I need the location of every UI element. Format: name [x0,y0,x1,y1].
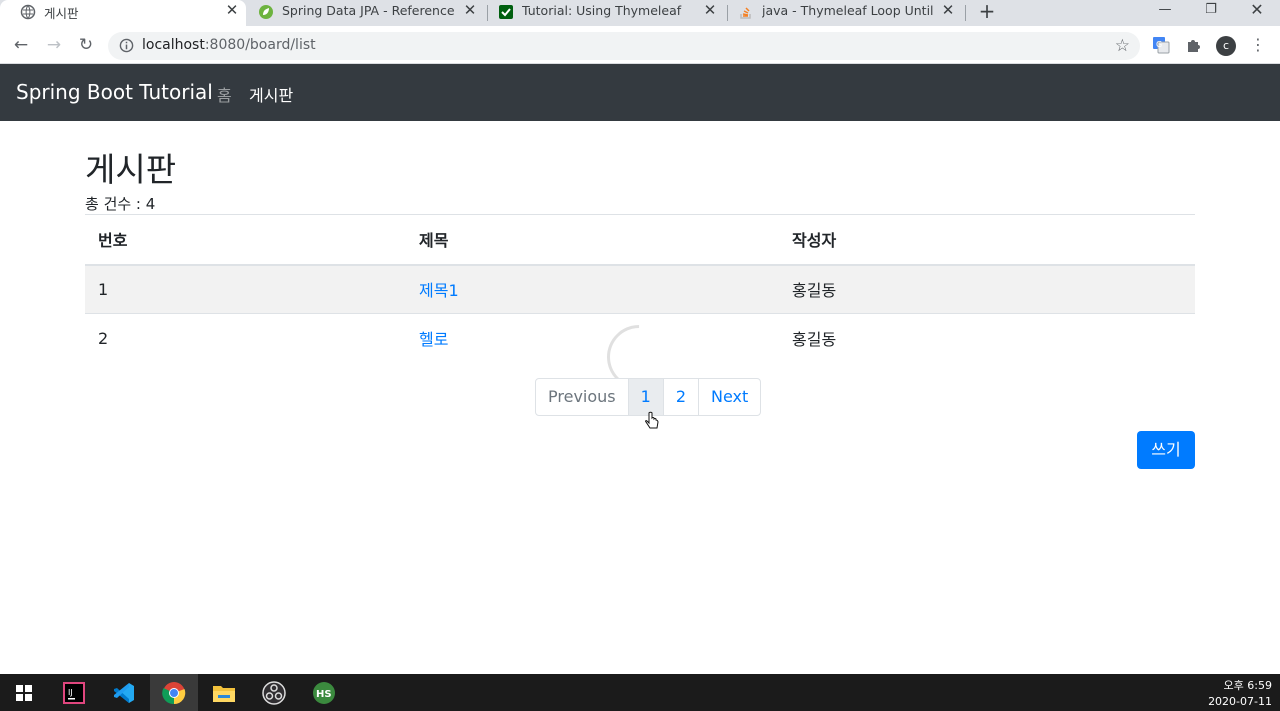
globe-icon [20,4,36,20]
browser-toolbar: ← → ↻ localhost:8080/board/list ☆ G c ⋮ [0,26,1280,64]
close-icon[interactable]: ✕ [940,1,956,19]
browser-window: 게시판 ✕ Spring Data JPA - Reference Do ✕ T… [0,0,1280,674]
pagination-previous[interactable]: Previous [535,378,629,416]
hs-app-icon[interactable]: HS [300,674,348,711]
info-icon[interactable] [119,38,134,53]
system-clock[interactable]: 오후 6:59 2020-07-11 [1208,678,1272,710]
clock-time: 오후 6:59 [1223,679,1272,692]
address-bar[interactable]: localhost:8080/board/list ☆ [108,32,1140,60]
page-title: 게시판 [85,150,177,189]
tab-separator [727,5,728,21]
minimize-icon[interactable]: — [1142,0,1188,22]
forward-arrow-icon[interactable]: → [43,34,65,56]
url-path: :8080/board/list [204,37,316,53]
restore-icon[interactable]: ❐ [1188,0,1234,22]
url-text: localhost:8080/board/list [142,37,316,53]
hand-cursor-icon [645,411,659,429]
stackoverflow-icon [740,7,751,19]
vscode-icon[interactable] [100,674,148,711]
tab-separator [487,5,488,21]
translate-extension-icon[interactable]: G [1152,36,1170,54]
spring-leaf-icon [259,5,273,19]
tab-title: 게시판 [44,6,79,21]
bookmark-star-icon[interactable]: ☆ [1115,36,1130,56]
table-header-row: 번호 제목 작성자 [85,214,1195,266]
tab-title: java - Thymeleaf Loop Until a N [762,3,938,18]
post-title-link[interactable]: 헬로 [419,330,448,349]
write-button[interactable]: 쓰기 [1137,431,1195,469]
table-row: 1 제목1 홍길동 [85,264,1195,314]
tab-separator [965,5,966,21]
file-explorer-icon[interactable] [200,674,248,711]
reload-icon[interactable]: ↻ [75,34,97,56]
header-title: 제목 [406,214,779,266]
tab-stackoverflow[interactable]: java - Thymeleaf Loop Until a N ✕ [730,0,966,26]
nav-link-board[interactable]: 게시판 [249,82,293,106]
new-tab-plus-icon[interactable]: + [976,0,998,22]
close-icon[interactable]: ✕ [462,1,478,19]
tab-spring-data[interactable]: Spring Data JPA - Reference Do ✕ [250,0,486,26]
window-close-icon[interactable]: ✕ [1234,0,1280,22]
header-author: 작성자 [779,214,1195,266]
profile-avatar[interactable]: c [1216,36,1236,56]
obs-icon[interactable] [250,674,298,711]
menu-kebab-icon[interactable]: ⋮ [1250,35,1266,54]
cell-number: 2 [85,313,406,363]
pagination-next[interactable]: Next [698,378,762,416]
cell-author: 홍길동 [779,313,1195,363]
close-icon[interactable]: ✕ [224,1,240,19]
intellij-icon[interactable]: IJ [50,674,98,711]
clock-date: 2020-07-11 [1208,695,1272,708]
nav-link-home[interactable]: 홈 [217,82,232,106]
site-navbar: Spring Boot Tutorial 홈 게시판 [0,64,1280,121]
tab-thymeleaf-tutorial[interactable]: Tutorial: Using Thymeleaf ✕ [490,0,726,26]
total-count: 총 건수 : 4 [85,195,156,213]
post-title-link[interactable]: 제목1 [419,281,459,300]
cell-title: 헬로 [406,313,779,363]
tab-title: Tutorial: Using Thymeleaf [522,3,682,18]
cell-author: 홍길동 [792,281,837,301]
tab-strip: 게시판 ✕ Spring Data JPA - Reference Do ✕ T… [0,0,1280,26]
pagination-page-2[interactable]: 2 [662,378,699,416]
cell-number: 1 [98,279,109,299]
tab-board[interactable]: 게시판 ✕ [0,0,246,26]
thymeleaf-icon [499,5,513,19]
svg-text:HS: HS [316,689,332,700]
close-icon[interactable]: ✕ [702,1,718,19]
svg-text:G: G [1156,40,1162,49]
header-number: 번호 [85,214,406,266]
navbar-brand[interactable]: Spring Boot Tutorial [16,80,213,104]
back-arrow-icon[interactable]: ← [10,34,32,56]
tab-title: Spring Data JPA - Reference Do [282,3,458,18]
windows-start-icon[interactable] [0,674,48,711]
url-host: localhost [142,37,205,53]
extensions-puzzle-icon[interactable] [1185,36,1203,54]
svg-text:IJ: IJ [68,688,73,697]
cell-title: 제목1 [406,265,779,314]
chrome-icon[interactable] [150,674,198,711]
windows-taskbar: IJ HS 오후 6:59 2020-07-11 [0,674,1280,711]
